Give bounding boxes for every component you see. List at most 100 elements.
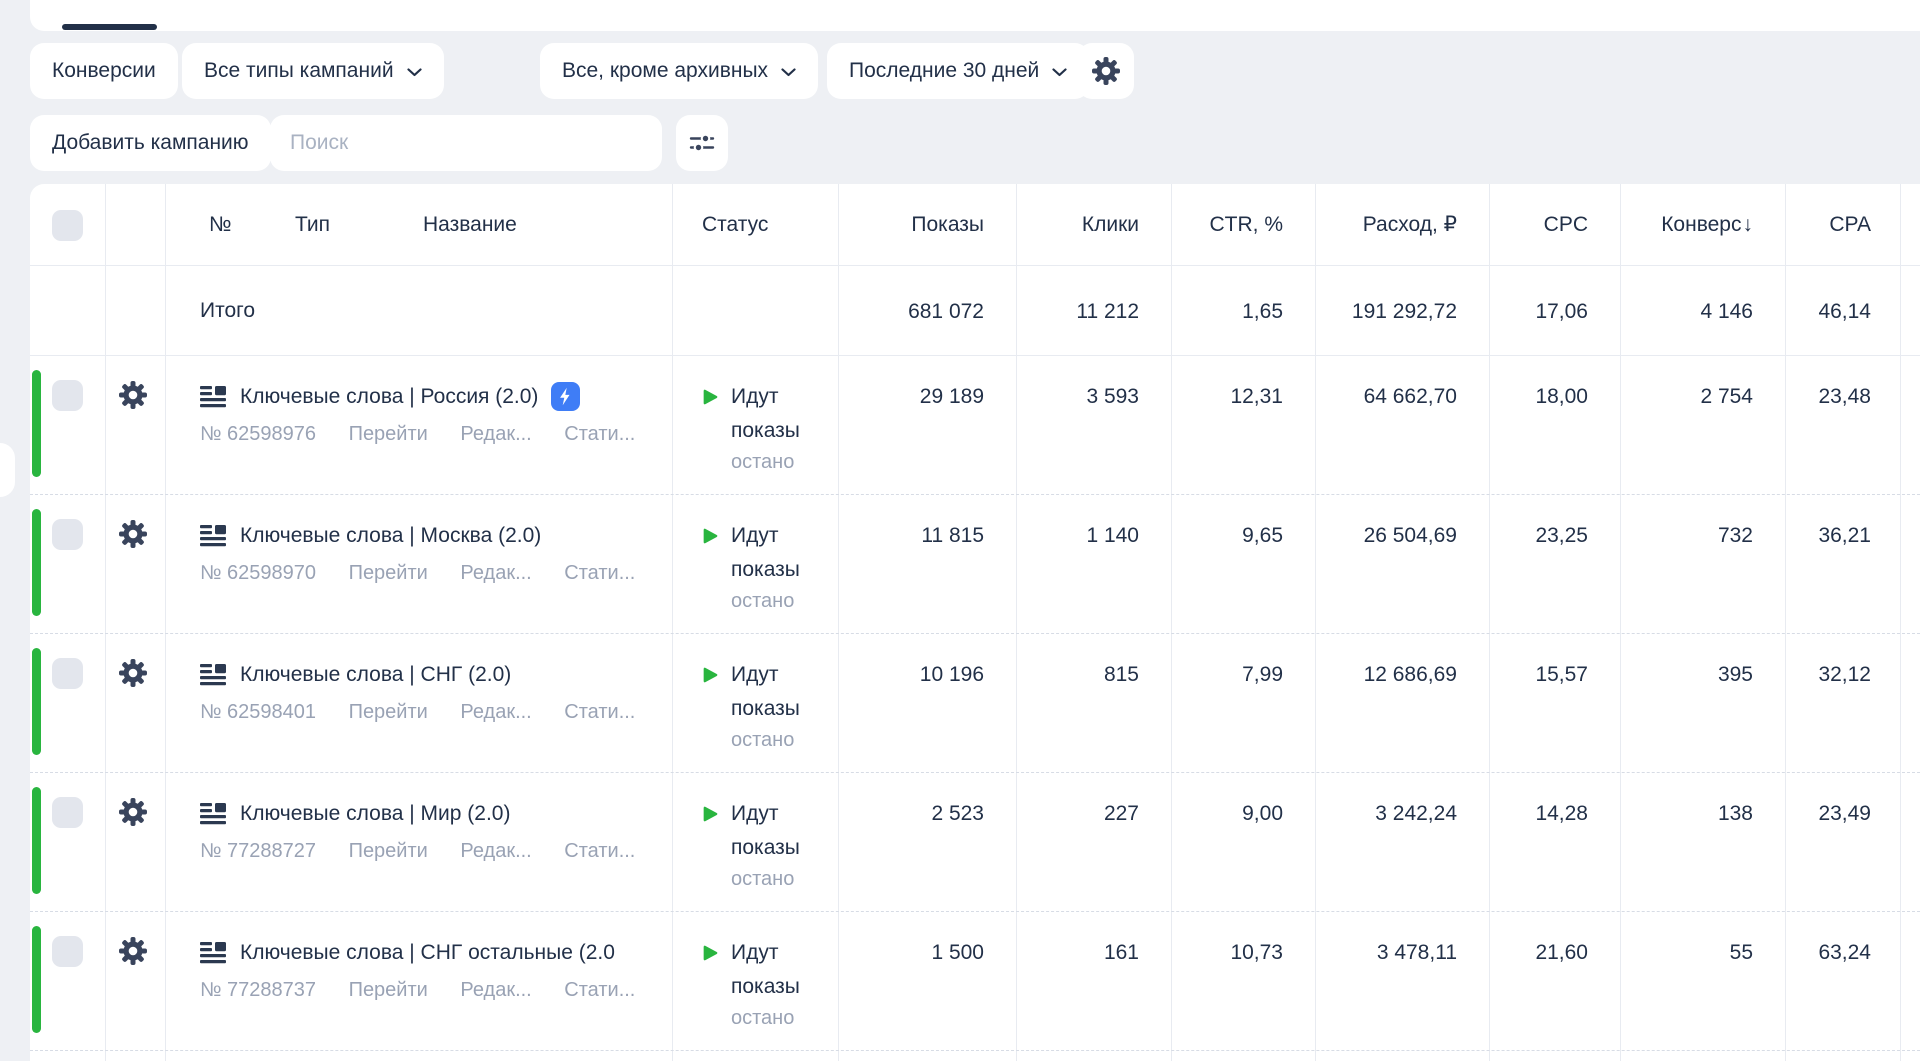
edit-link[interactable]: Редак... [460,701,531,723]
campaign-type-filter[interactable]: Все типы кампаний [182,43,444,99]
col-header-status: Статус [702,184,768,265]
shows-value: 10 196 [838,658,984,691]
col-header-conversions[interactable]: Конверс ↓ [1620,184,1753,265]
col-header-cpc[interactable]: CPC [1489,184,1588,265]
play-icon [702,388,719,406]
stats-link[interactable]: Стати... [564,840,635,862]
status-sub-text: остано [731,451,854,474]
status-sub-text: остано [731,1007,854,1030]
gear-icon [118,519,148,549]
totals-row: Итого 681 072 11 212 1,65 191 292,72 17,… [30,266,1920,356]
archive-filter-label: Все, кроме архивных [562,59,768,83]
play-icon [702,666,719,684]
row-checkbox[interactable] [52,797,83,828]
add-campaign-button[interactable]: Добавить кампанию [30,115,271,171]
status-cell: Идут показы остано [702,797,854,891]
stats-link[interactable]: Стати... [564,701,635,723]
cpc-value: 15,57 [1489,658,1588,691]
side-panel-handle[interactable] [0,443,15,497]
chevron-down-icon [781,68,796,77]
campaign-name-link[interactable]: Ключевые слова | СНГ (2.0) [240,663,511,687]
cpa-value: 63,24 [1785,936,1871,969]
shows-value: 1 500 [838,936,984,969]
stats-link[interactable]: Стати... [564,562,635,584]
go-to-link[interactable]: Перейти [349,979,428,1001]
row-settings-button[interactable] [118,795,152,829]
campaign-row: Ключевые слова | Москва (2.0) № 62598970… [30,495,1920,634]
boost-badge[interactable] [551,382,580,411]
clicks-value: 227 [1016,797,1139,830]
shows-value: 2 523 [838,797,984,830]
campaign-name-link[interactable]: Ключевые слова | Москва (2.0) [240,524,541,548]
campaign-cell: Ключевые слова | СНГ остальные (2.0 № 77… [200,936,652,1002]
campaign-name-link[interactable]: Ключевые слова | Россия (2.0) [240,385,538,409]
settings-button[interactable] [1078,43,1134,99]
row-checkbox[interactable] [52,658,83,689]
row-settings-button[interactable] [118,656,152,690]
conversions-value: 138 [1620,797,1753,830]
campaign-row: Ключевые слова | СНГ (2.0) № 62598401 Пе… [30,634,1920,773]
edit-link[interactable]: Редак... [460,423,531,445]
col-header-shows[interactable]: Показы [838,184,984,265]
go-to-link[interactable]: Перейти [349,423,428,445]
sort-desc-icon: ↓ [1743,213,1754,237]
col-header-clicks[interactable]: Клики [1016,184,1139,265]
search-box [270,115,662,171]
chevron-down-icon [407,68,422,77]
date-range-filter[interactable]: Последние 30 дней [827,43,1089,99]
cpc-value: 23,25 [1489,519,1588,552]
stats-link[interactable]: Стати... [564,423,635,445]
row-checkbox[interactable] [52,519,83,550]
campaign-type-filter-label: Все типы кампаний [204,59,394,83]
clicks-value: 1 140 [1016,519,1139,552]
cost-value: 26 504,69 [1315,519,1457,552]
gear-icon [118,380,148,410]
status-sub-text: остано [731,868,854,891]
ctr-value: 12,31 [1171,380,1283,413]
row-settings-button[interactable] [118,934,152,968]
cpa-value: 36,21 [1785,519,1871,552]
conversions-button[interactable]: Конверсии [30,43,178,99]
lightning-icon [555,386,576,407]
cpa-value: 32,12 [1785,658,1871,691]
row-checkbox[interactable] [52,936,83,967]
conversions-value: 55 [1620,936,1753,969]
play-icon [702,944,719,962]
go-to-link[interactable]: Перейти [349,840,428,862]
totals-conversions: 4 146 [1620,295,1753,328]
row-checkbox[interactable] [52,380,83,411]
row-settings-button[interactable] [118,517,152,551]
archive-filter[interactable]: Все, кроме архивных [540,43,818,99]
stats-link[interactable]: Стати... [564,979,635,1001]
go-to-link[interactable]: Перейти [349,701,428,723]
go-to-link[interactable]: Перейти [349,562,428,584]
select-all-checkbox[interactable] [52,210,83,241]
col-header-ctr[interactable]: CTR, % [1171,184,1283,265]
col-header-cost[interactable]: Расход, ₽ [1315,184,1457,265]
campaign-active-bar [32,648,41,755]
status-sub-text: остано [731,590,854,613]
play-icon [702,527,719,545]
campaign-row: Ключевые слова | Россия (2.0) № 62598976… [30,356,1920,495]
edit-link[interactable]: Редак... [460,979,531,1001]
status-cell: Идут показы остано [702,658,854,752]
campaign-type-icon [200,525,226,547]
row-settings-button[interactable] [118,378,152,412]
edit-link[interactable]: Редак... [460,840,531,862]
campaign-row: Ключевые слова | Мир (2.0) № 77288727 Пе… [30,773,1920,912]
search-input[interactable] [270,115,662,171]
filter-settings-button[interactable] [676,115,728,171]
totals-ctr: 1,65 [1171,295,1283,328]
campaign-cell: Ключевые слова | Мир (2.0) № 77288727 Пе… [200,797,652,863]
campaign-name-link[interactable]: Ключевые слова | Мир (2.0) [240,802,510,826]
totals-shows: 681 072 [838,295,984,328]
active-tab-indicator [62,24,157,30]
campaign-name-link[interactable]: Ключевые слова | СНГ остальные (2.0 [240,941,615,965]
campaign-cell: Ключевые слова | Россия (2.0) № 62598976… [200,380,652,446]
campaign-id: № 62598401 [200,701,316,723]
top-tab-bar [30,0,1920,31]
col-header-cpa[interactable]: CPA [1785,184,1871,265]
edit-link[interactable]: Редак... [460,562,531,584]
shows-value: 29 189 [838,380,984,413]
ctr-value: 10,73 [1171,936,1283,969]
